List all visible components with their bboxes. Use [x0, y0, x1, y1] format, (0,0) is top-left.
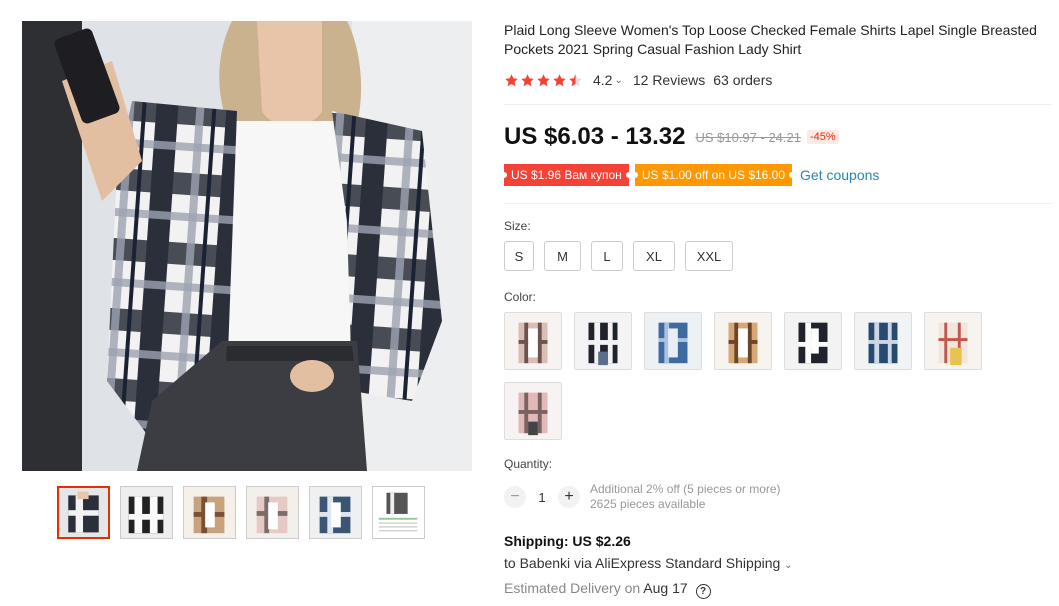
- discount-badge: -45%: [806, 130, 839, 144]
- decrease-quantity-button[interactable]: −: [504, 486, 526, 508]
- shipping-method-text: to Babenki via AliExpress Standard Shipp…: [504, 555, 781, 571]
- quantity-input[interactable]: 1: [526, 490, 558, 505]
- coupon-store[interactable]: US $1.00 off on US $16.00: [631, 164, 796, 186]
- get-coupons-link[interactable]: Get coupons: [800, 167, 879, 183]
- current-price: US $6.03 - 13.32: [504, 123, 686, 150]
- thumbnail-3[interactable]: [183, 486, 236, 539]
- thumbnail-6[interactable]: [372, 486, 425, 539]
- thumbnail-1[interactable]: [57, 486, 110, 539]
- divider: [504, 203, 1052, 204]
- rating-stars: [504, 73, 583, 88]
- half-star-icon: [569, 73, 582, 86]
- size-label: Size:: [504, 219, 531, 233]
- help-icon[interactable]: ?: [695, 584, 711, 599]
- coupon-row: US $1.96 Вам купон US $1.00 off on US $1…: [501, 164, 879, 186]
- star-icon: [537, 73, 550, 86]
- product-title: Plaid Long Sleeve Women's Top Loose Chec…: [504, 22, 1037, 57]
- divider: [504, 104, 1052, 105]
- thumbnail-4[interactable]: [246, 486, 299, 539]
- chevron-down-icon[interactable]: ⌄: [614, 75, 622, 86]
- shipping-price: Shipping: US $2.26: [504, 533, 631, 549]
- shipping-method[interactable]: to Babenki via AliExpress Standard Shipp…: [504, 555, 793, 571]
- size-option-l[interactable]: L: [591, 241, 623, 271]
- thumbnail-strip: [57, 486, 425, 539]
- delivery-date: Aug 17: [643, 580, 688, 596]
- thumbnail-2[interactable]: [120, 486, 173, 539]
- chevron-down-icon[interactable]: ⌄: [784, 560, 792, 571]
- rating-row: 4.2 ⌄ 12 Reviews 63 orders: [504, 71, 780, 89]
- main-product-image[interactable]: [22, 21, 472, 471]
- coupon-new-user[interactable]: US $1.96 Вам купон: [501, 164, 632, 186]
- size-option-m[interactable]: M: [544, 241, 581, 271]
- increase-quantity-button[interactable]: +: [558, 486, 580, 508]
- stock-available: 2625 pieces available: [590, 497, 706, 511]
- color-option-6[interactable]: [854, 312, 912, 370]
- size-options: S M L XL XXL: [504, 241, 733, 271]
- bulk-discount-note: Additional 2% off (5 pieces or more): [590, 482, 781, 496]
- color-option-1[interactable]: [504, 312, 562, 370]
- star-icon: [553, 73, 566, 86]
- price-row: US $6.03 - 13.32 US $10.97 - 24.21 -45%: [504, 122, 839, 152]
- estimated-delivery: Estimated Delivery on Aug 17 ?: [504, 580, 711, 599]
- original-price: US $10.97 - 24.21: [695, 129, 801, 145]
- star-icon: [505, 73, 518, 86]
- color-option-8[interactable]: [504, 382, 562, 440]
- rating-value[interactable]: 4.2: [593, 72, 612, 88]
- delivery-prefix: Estimated Delivery on: [504, 580, 641, 596]
- color-option-4[interactable]: [714, 312, 772, 370]
- quantity-label: Quantity:: [504, 457, 553, 471]
- star-icon: [521, 73, 534, 86]
- color-label: Color:: [504, 290, 537, 304]
- color-option-5[interactable]: [784, 312, 842, 370]
- color-options: [504, 312, 1044, 440]
- thumbnail-5[interactable]: [309, 486, 362, 539]
- size-option-xxl[interactable]: XXL: [685, 241, 733, 271]
- color-option-7[interactable]: [924, 312, 982, 370]
- quantity-stepper: − 1 + Additional 2% off (5 pieces or mor…: [504, 482, 781, 512]
- size-option-s[interactable]: S: [504, 241, 534, 271]
- reviews-link[interactable]: 12 Reviews: [633, 72, 705, 88]
- size-option-xl[interactable]: XL: [633, 241, 675, 271]
- color-option-3[interactable]: [644, 312, 702, 370]
- quantity-info: Additional 2% off (5 pieces or more) 262…: [590, 482, 781, 512]
- orders-count: 63 orders: [713, 72, 773, 88]
- color-option-2[interactable]: [574, 312, 632, 370]
